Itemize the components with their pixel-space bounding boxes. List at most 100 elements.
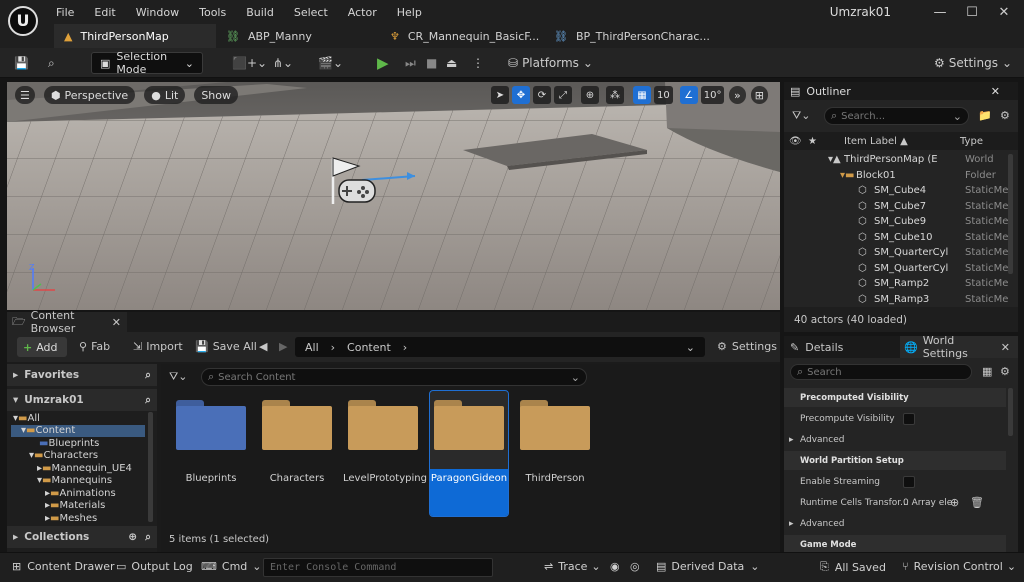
type-column[interactable]: Type [960, 136, 983, 147]
details-tab[interactable]: ✎ Details [784, 336, 900, 358]
outliner-row[interactable]: ⬡ SM_Cube7 StaticMe [784, 199, 1018, 215]
tree-item-animations[interactable]: ▸▬Animations [45, 488, 116, 499]
content-search-input[interactable]: ⌕ Search Content ⌄ [201, 368, 587, 386]
visibility-column-icon[interactable]: 👁 [789, 136, 802, 147]
outliner-row[interactable]: ⬡ SM_Cube9 StaticMe [784, 214, 1018, 230]
search-icon[interactable]: ⌕ [145, 531, 151, 544]
tree-item-content[interactable]: ▾▬Content [21, 425, 75, 436]
add-button[interactable]: + Add [17, 337, 67, 357]
close-tab-icon[interactable]: ✕ [991, 85, 1000, 98]
content-browser-tab[interactable]: 🗁 Content Browser ✕ [7, 309, 127, 335]
tree-item-meshes[interactable]: ▸▬Meshes [45, 513, 97, 524]
rotate-tool-icon[interactable]: ⟳ [533, 86, 551, 104]
add-actor-button[interactable]: ⬛+⌄ [232, 52, 267, 74]
add-folder-icon[interactable]: 📁 [978, 109, 992, 122]
lit-button[interactable]: ● Lit [144, 86, 186, 104]
item-label-column[interactable]: Item Label ▲ [844, 136, 908, 147]
tree-scrollbar[interactable] [148, 412, 153, 522]
breadcrumb-content[interactable]: Content [347, 341, 391, 354]
menu-tools[interactable]: Tools [189, 4, 236, 22]
play-options-button[interactable]: ⋮ [472, 52, 484, 74]
advanced-expander[interactable]: ▸ Advanced [784, 514, 1006, 533]
tab-abp-manny[interactable]: ⛓ ABP_Manny [216, 24, 380, 48]
add-collection-icon[interactable]: ⊕ [128, 531, 137, 543]
play-button[interactable]: ▶ [377, 52, 389, 74]
outliner-tab[interactable]: ▤ Outliner ✕ [784, 82, 1018, 100]
details-scrollbar[interactable] [1008, 388, 1013, 436]
world-settings-tab[interactable]: 🌐 World Settings ✕ [900, 334, 1018, 360]
favorites-section[interactable]: ▸ Favorites ⌕ [7, 364, 157, 386]
property-checkbox[interactable] [903, 475, 915, 488]
close-tab-icon[interactable]: ✕ [1001, 341, 1010, 354]
outliner-row[interactable]: ⬡ SM_QuarterCyl StaticMe [784, 261, 1018, 277]
perspective-button[interactable]: ⬢ Perspective [43, 86, 136, 104]
browse-icon[interactable]: ⌕ [48, 52, 55, 74]
trace-button[interactable]: ⇌ Trace ⌄ [544, 560, 601, 573]
level-viewport[interactable]: Z ☰ ⬢ Perspective ● Lit Show ➤ ✥ ⟳ ⤢ ⊕ ⁂… [7, 82, 780, 310]
stop-button[interactable]: ■ [426, 52, 437, 74]
outliner-row[interactable]: ⬡ SM_QuarterCyl StaticMe [784, 245, 1018, 261]
details-search-input[interactable]: ⌕ Search [790, 364, 972, 380]
record-icon[interactable]: ◉ [610, 560, 620, 573]
show-button[interactable]: Show [194, 86, 238, 104]
folder-icon[interactable] [262, 400, 332, 450]
save-icon[interactable]: 💾 [14, 52, 29, 74]
tab-bp-thirdpersoncharacter[interactable]: ⛓ BP_ThirdPersonCharac... [544, 24, 710, 48]
maximize-icon[interactable]: ☐ [958, 4, 986, 22]
outliner-row[interactable]: ⬡ SM_Cube10 StaticMe [784, 230, 1018, 246]
outliner-row[interactable]: ⬡ SM_Ramp3 StaticMe [784, 292, 1018, 308]
viewport-layout-icon[interactable]: ⊞ [750, 86, 768, 104]
skip-button[interactable]: ⏭ [405, 52, 416, 74]
close-tab-icon[interactable]: ✕ [112, 316, 121, 329]
folder-icon[interactable] [348, 400, 418, 450]
gear-icon[interactable]: ⚙ [1000, 365, 1010, 378]
expand-icon[interactable]: » [729, 86, 746, 104]
chevron-down-icon[interactable]: ⌄ [686, 341, 695, 354]
surface-snap-icon[interactable]: ⁂ [606, 86, 624, 104]
tree-item-all[interactable]: ▾▬All [13, 413, 40, 424]
output-log-button[interactable]: ▭ Output Log [116, 560, 193, 573]
world-local-icon[interactable]: ⊕ [581, 86, 599, 104]
menu-actor[interactable]: Actor [338, 4, 387, 22]
fab-button[interactable]: ⚲ Fab [79, 340, 110, 353]
property-checkbox[interactable] [903, 412, 915, 425]
close-icon[interactable]: ✕ [990, 4, 1018, 22]
grid-snap-icon[interactable]: ▦ [633, 86, 651, 104]
content-drawer-button[interactable]: ⊞ Content Drawer [12, 560, 114, 573]
menu-build[interactable]: Build [236, 4, 284, 22]
minimize-icon[interactable]: — [926, 4, 954, 22]
collections-section[interactable]: ▸ Collections ⊕ ⌕ [7, 526, 157, 548]
outliner-search-input[interactable]: ⌕ Search... ⌄ [824, 107, 969, 125]
outliner-scrollbar[interactable] [1008, 154, 1013, 274]
details-section[interactable]: World Partition Setup [784, 451, 1006, 470]
tab-cr-mannequin[interactable]: ♆ CR_Mannequin_BasicF... [380, 24, 544, 48]
outliner-row[interactable]: ⬡ SM_Cube4 StaticMe [784, 183, 1018, 199]
viewport-menu-button[interactable]: ☰ [15, 86, 35, 104]
scale-tool-icon[interactable]: ⤢ [554, 86, 572, 104]
angle-snap-value[interactable]: 10° [700, 86, 725, 104]
screenshot-icon[interactable]: ◎ [630, 560, 640, 573]
tree-item-mannequin-ue4[interactable]: ▸▬Mannequin_UE4 [37, 463, 132, 474]
menu-edit[interactable]: Edit [84, 4, 125, 22]
unreal-logo-icon[interactable]: U [8, 6, 38, 36]
platforms-button[interactable]: ⛁ Platforms ⌄ [508, 52, 593, 74]
outliner-row[interactable]: ⬡ SM_Ramp2 StaticMe [784, 276, 1018, 292]
blueprint-menu-button[interactable]: ⋔⌄ [273, 52, 293, 74]
menu-select[interactable]: Select [284, 4, 338, 22]
add-element-icon[interactable]: ⊕ [950, 496, 959, 509]
all-saved-button[interactable]: ⎘ All Saved [820, 560, 886, 574]
menu-help[interactable]: Help [387, 4, 432, 22]
forward-icon[interactable]: ▶ [279, 340, 287, 353]
menu-file[interactable]: File [46, 4, 84, 22]
breadcrumb-all[interactable]: All [305, 341, 319, 354]
cb-settings-button[interactable]: ⚙ Settings [717, 340, 777, 353]
search-icon[interactable]: ⌕ [145, 369, 151, 382]
cmd-dropdown[interactable]: ⌨ Cmd ⌄ [201, 560, 262, 573]
outliner-row[interactable]: ▾▬ Block01 Folder [784, 168, 1018, 184]
translate-tool-icon[interactable]: ✥ [512, 86, 530, 104]
tree-item-materials[interactable]: ▸▬Materials [45, 500, 105, 511]
project-section[interactable]: ▾ Umzrak01 ⌕ [7, 389, 157, 411]
folder-icon[interactable] [520, 400, 590, 450]
trash-icon[interactable]: 🗑 [970, 496, 984, 509]
save-all-button[interactable]: 💾 Save All [195, 340, 257, 353]
